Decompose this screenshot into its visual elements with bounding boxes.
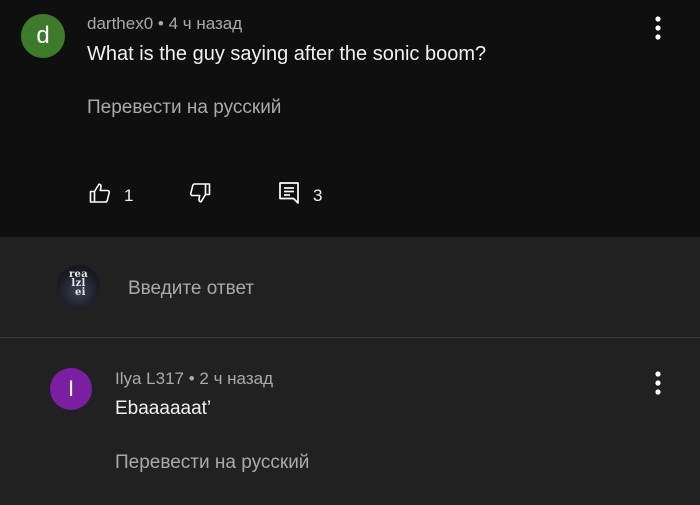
comment-meta: darthex0 • 4 ч назад: [87, 14, 242, 34]
reply-text: Ebaaaaaat’: [115, 398, 212, 419]
reply-count: 3: [313, 185, 323, 205]
meta-separator: •: [184, 369, 200, 388]
like-button[interactable]: 1: [88, 181, 133, 210]
reply-time: 2 ч назад: [199, 369, 273, 388]
comment-time: 4 ч назад: [168, 14, 243, 33]
reply-meta: Ilya L317 • 2 ч назад: [115, 369, 273, 389]
reply-input[interactable]: [128, 277, 628, 301]
more-vert-icon[interactable]: [646, 368, 670, 398]
like-count: 1: [124, 185, 134, 205]
divider: [0, 337, 700, 338]
avatar-letter: d: [36, 22, 50, 49]
meta-separator: •: [153, 14, 169, 33]
avatar-logo: rea lzl ei: [68, 269, 88, 298]
more-vert-icon[interactable]: [646, 13, 670, 43]
thumbs-down-icon: [188, 181, 212, 210]
thumbs-up-icon: [88, 181, 112, 210]
avatar[interactable]: d: [21, 14, 65, 58]
comment-icon: [277, 180, 301, 211]
dislike-button[interactable]: [188, 181, 212, 210]
replies-button[interactable]: 3: [277, 180, 322, 211]
comment-author[interactable]: darthex0: [87, 14, 153, 33]
comment-text: What is the guy saying after the sonic b…: [87, 43, 487, 65]
avatar-letter: I: [67, 376, 75, 401]
avatar[interactable]: I: [50, 368, 92, 410]
comments-screen: d darthex0 • 4 ч назад What is the guy s…: [0, 0, 700, 505]
translate-link[interactable]: Перевести на русский: [115, 452, 309, 474]
avatar[interactable]: rea lzl ei: [57, 265, 100, 308]
reply-author[interactable]: Ilya L317: [115, 369, 184, 388]
translate-link[interactable]: Перевести на русский: [87, 97, 281, 119]
comment-thread: d darthex0 • 4 ч назад What is the guy s…: [0, 0, 700, 237]
